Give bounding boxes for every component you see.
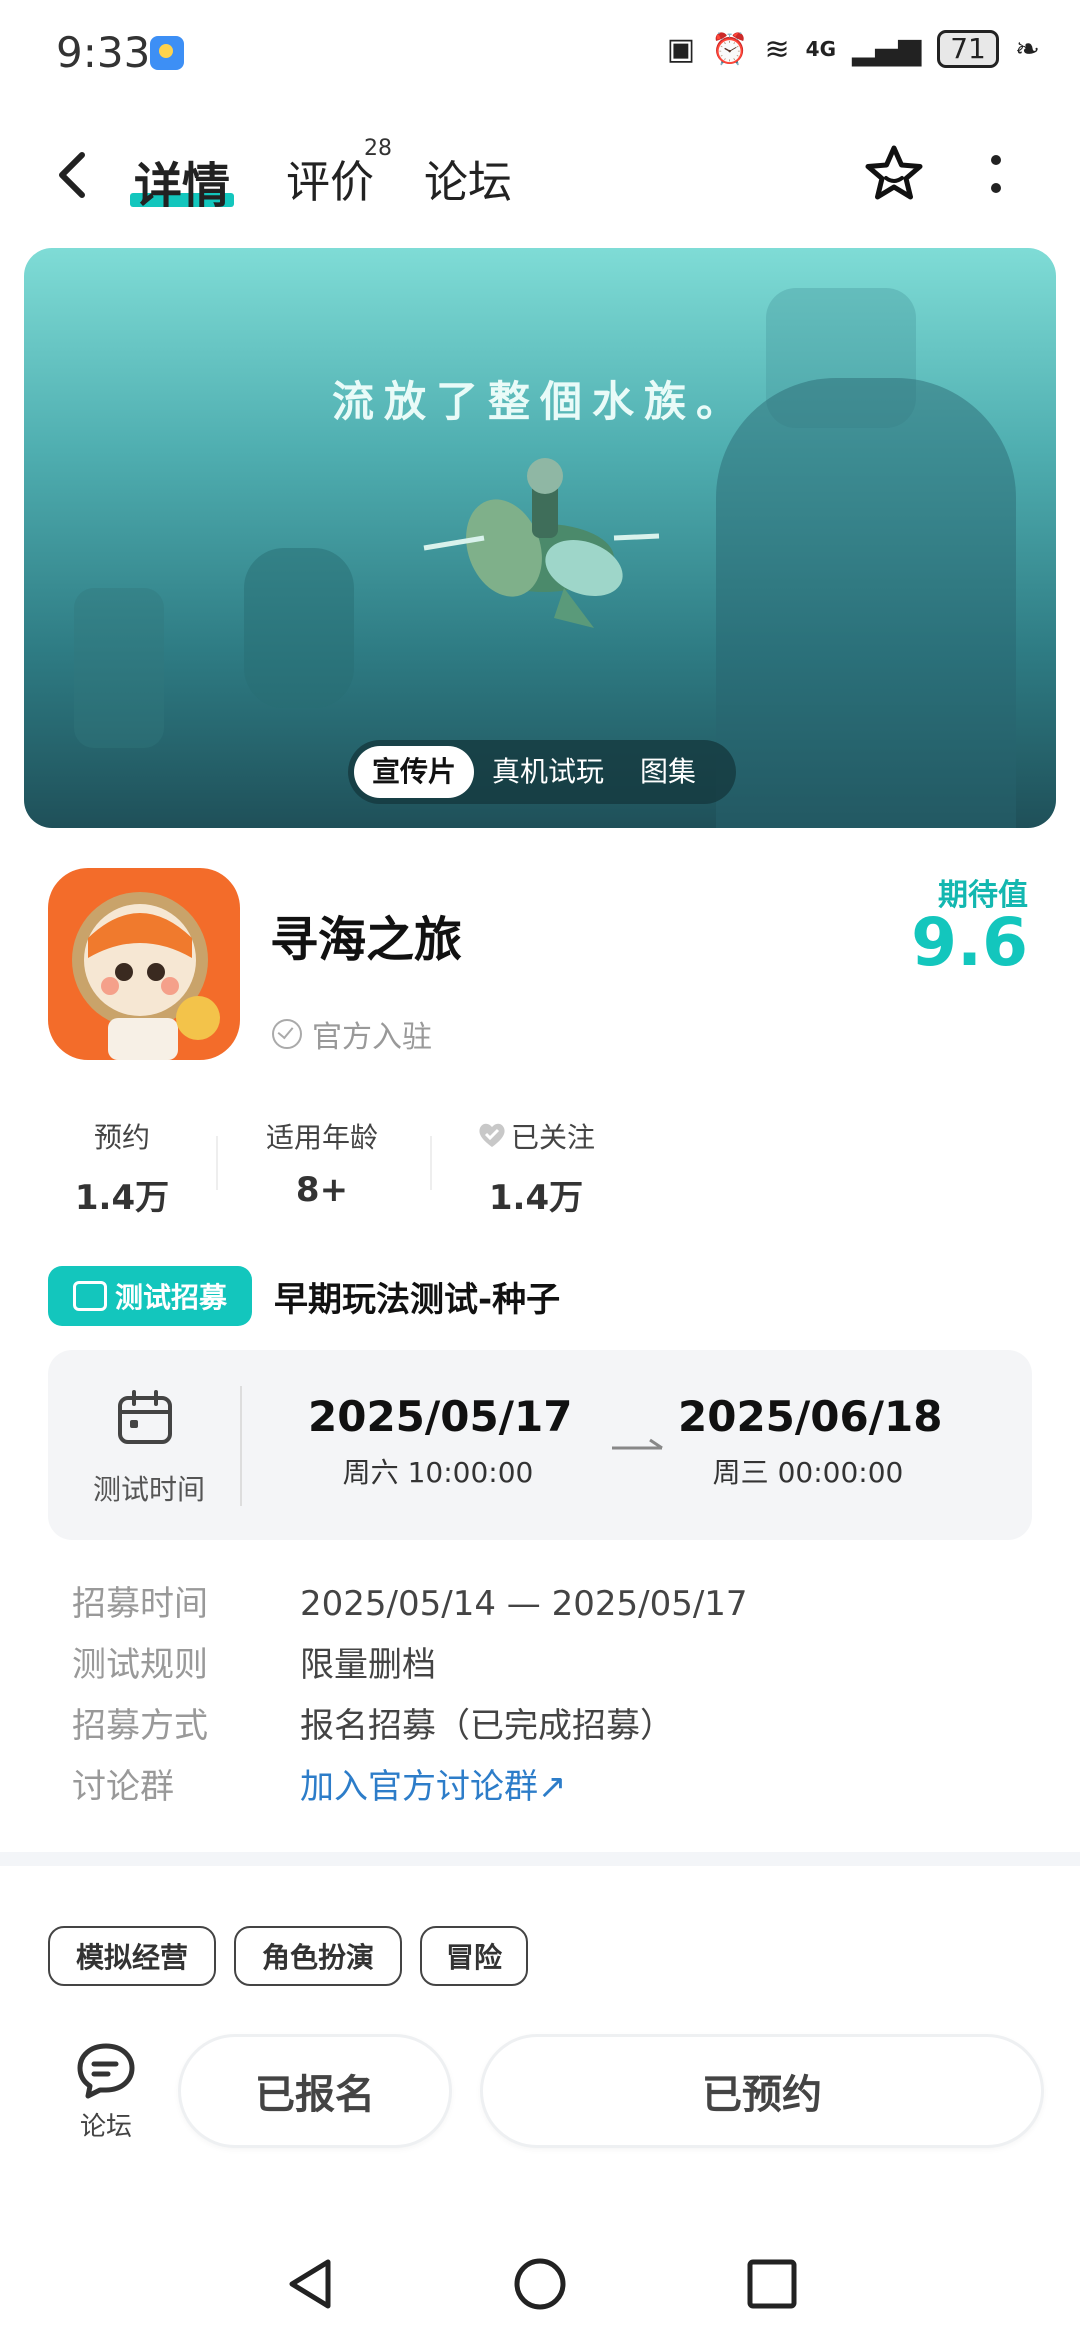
banner-caption: 流放了整個水族。	[331, 377, 748, 426]
segment-gameplay[interactable]: 真机试玩	[474, 746, 622, 798]
recruit-badge-label: 测试招募	[114, 1281, 227, 1314]
official-label: 官方入驻	[312, 1020, 432, 1055]
start-weekday-time: 周六 10:00:00	[342, 1456, 534, 1489]
info-key: 招募时间	[72, 1584, 208, 1624]
info-recruit-time: 招募时间 2025/05/14 — 2025/05/17	[72, 1576, 748, 1625]
calendar-icon	[118, 1390, 172, 1444]
stat-divider	[216, 1136, 218, 1190]
media-banner[interactable]: 流放了整個水族。 宣传片 真机试玩 图集	[24, 248, 1056, 828]
heart-icon	[477, 1121, 507, 1147]
nav-home-icon[interactable]	[512, 2256, 568, 2312]
info-value: 2025/05/14 — 2025/05/17	[300, 1584, 748, 1624]
info-recruit-method: 招募方式 报名招募（已完成招募）	[72, 1698, 674, 1747]
info-test-rule: 测试规则 限量删档	[72, 1637, 436, 1686]
info-discussion-group: 讨论群 加入官方讨论群↗	[72, 1759, 567, 1808]
alarm-icon: ⏰	[711, 31, 749, 67]
reserved-button[interactable]: 已预约	[480, 2034, 1044, 2148]
tag-adventure[interactable]: 冒险	[420, 1926, 528, 1986]
test-time-card: 测试时间 2025/05/17 周六 10:00:00 2025/06/18 周…	[48, 1350, 1032, 1540]
status-time: 9:33	[56, 28, 151, 77]
verified-check-icon	[272, 1019, 302, 1049]
tab-forum[interactable]: 论坛	[424, 146, 512, 210]
stat-value: 8+	[295, 1170, 349, 1210]
forum-button[interactable]: 论坛	[56, 2040, 156, 2143]
stat-value: 1.4万	[74, 1178, 170, 1218]
chat-bubble-icon	[77, 2043, 135, 2099]
weather-icon	[150, 36, 184, 70]
media-segment-control: 宣传片 真机试玩 图集	[348, 740, 736, 804]
banner-bg-shape	[74, 588, 164, 748]
stat-reservations: 预约 1.4万	[22, 1116, 222, 1219]
banner-bg-shape	[716, 378, 1016, 828]
stat-followers[interactable]: 已关注 1.4万	[436, 1116, 636, 1219]
nav-back-icon[interactable]	[282, 2256, 338, 2312]
info-value: 限量删档	[300, 1645, 436, 1685]
end-time: 2025/06/18 周三 00:00:00	[678, 1392, 943, 1491]
stat-label: 预约	[93, 1121, 150, 1154]
segment-promo-video[interactable]: 宣传片	[354, 746, 475, 798]
app-icon	[48, 868, 240, 1060]
signal-label: 4G	[805, 37, 836, 61]
test-icon	[72, 1281, 107, 1311]
info-key: 招募方式	[72, 1706, 208, 1746]
tag-rpg[interactable]: 角色扮演	[234, 1926, 402, 1986]
app-title: 寻海之旅	[270, 912, 463, 968]
battery-icon: 71	[937, 30, 999, 68]
leaf-icon: ❧	[1014, 31, 1040, 67]
stat-label: 适用年龄	[265, 1121, 378, 1154]
recruit-title: 早期玩法测试-种子	[274, 1280, 561, 1320]
forum-label: 论坛	[79, 2112, 132, 2142]
info-value: 报名招募（已完成招募）	[300, 1706, 674, 1746]
tab-detail[interactable]: 详情	[134, 146, 230, 216]
info-key: 测试规则	[72, 1645, 208, 1685]
banner-character-illustration	[423, 458, 660, 628]
segment-gallery[interactable]: 图集	[622, 746, 714, 798]
banner-bg-shape	[244, 548, 354, 708]
status-icons: ▣ ⏰ ≋ 4G ▂▄▆ 71 ❧	[667, 30, 1040, 68]
tab-review[interactable]: 评价	[286, 146, 374, 210]
expectation-score: 9.6	[911, 904, 1028, 981]
review-count: 28	[364, 136, 392, 161]
signal-icon: ▂▄▆	[852, 31, 922, 67]
stat-value: 1.4万	[488, 1178, 584, 1218]
more-icon[interactable]	[984, 150, 1008, 202]
signed-up-button[interactable]: 已报名	[178, 2034, 452, 2148]
recruit-badge: 测试招募	[48, 1266, 252, 1326]
join-group-link[interactable]: 加入官方讨论群↗	[300, 1767, 567, 1807]
info-key: 讨论群	[72, 1767, 174, 1807]
nav-recents-icon[interactable]	[744, 2256, 800, 2312]
section-divider	[0, 1852, 1080, 1866]
test-time-label: 测试时间	[92, 1473, 205, 1506]
nfc-icon: ▣	[666, 31, 696, 67]
card-divider	[240, 1386, 242, 1506]
start-date: 2025/05/17	[308, 1392, 573, 1441]
back-icon[interactable]	[52, 150, 92, 200]
stat-age-rating: 适用年龄 8+	[222, 1116, 422, 1210]
start-time: 2025/05/17 周六 10:00:00	[308, 1392, 573, 1491]
stat-divider	[430, 1136, 432, 1190]
wifi-icon: ≋	[764, 31, 790, 67]
favorite-star-icon[interactable]	[862, 142, 926, 206]
arrow-right-icon	[612, 1438, 663, 1450]
tag-simulation[interactable]: 模拟经营	[48, 1926, 216, 1986]
end-weekday-time: 周三 00:00:00	[712, 1456, 904, 1489]
official-badge: 官方入驻	[272, 1012, 432, 1056]
end-date: 2025/06/18	[678, 1392, 943, 1441]
stat-label: 已关注	[510, 1121, 595, 1154]
